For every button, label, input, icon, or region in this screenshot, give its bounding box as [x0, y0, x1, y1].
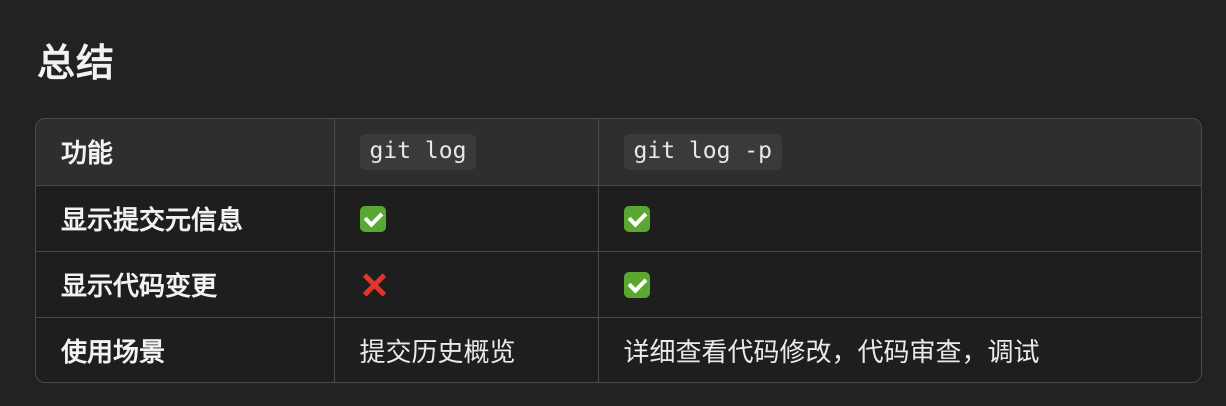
cell-git-log-metadata — [334, 185, 599, 252]
table-row: 使用场景 提交历史概览 详细查看代码修改，代码审查，调试 — [36, 317, 1201, 382]
cell-git-log-p-usage: 详细查看代码修改，代码审查，调试 — [623, 337, 1040, 368]
code-git-log-p: git log -p — [623, 133, 782, 170]
cell-git-log-p-changes — [598, 251, 1201, 318]
page-title: 总结 — [37, 41, 116, 85]
cell-git-log-usage: 提交历史概览 — [334, 317, 599, 382]
cross-icon — [360, 271, 388, 299]
header-git-log: git log — [334, 119, 599, 186]
check-icon — [623, 205, 650, 232]
row-label-metadata: 显示提交元信息 — [36, 185, 335, 252]
row-label-usage: 使用场景 — [36, 317, 335, 382]
cell-git-log-changes — [334, 251, 599, 318]
header-git-log-p: git log -p — [598, 119, 1201, 186]
table-row: 显示代码变更 — [36, 251, 1201, 318]
check-icon — [359, 205, 386, 232]
header-feature: 功能 — [36, 119, 335, 186]
table-row: 显示提交元信息 — [36, 185, 1201, 252]
summary-table: 功能 git log git log -p 显示提交元信息 显示代码变更 使用场… — [35, 118, 1202, 383]
check-icon — [623, 271, 650, 298]
row-label-changes: 显示代码变更 — [36, 251, 335, 318]
table-header-row: 功能 git log git log -p — [36, 119, 1201, 186]
code-git-log: git log — [359, 133, 477, 170]
cell-git-log-p-metadata — [598, 185, 1201, 252]
